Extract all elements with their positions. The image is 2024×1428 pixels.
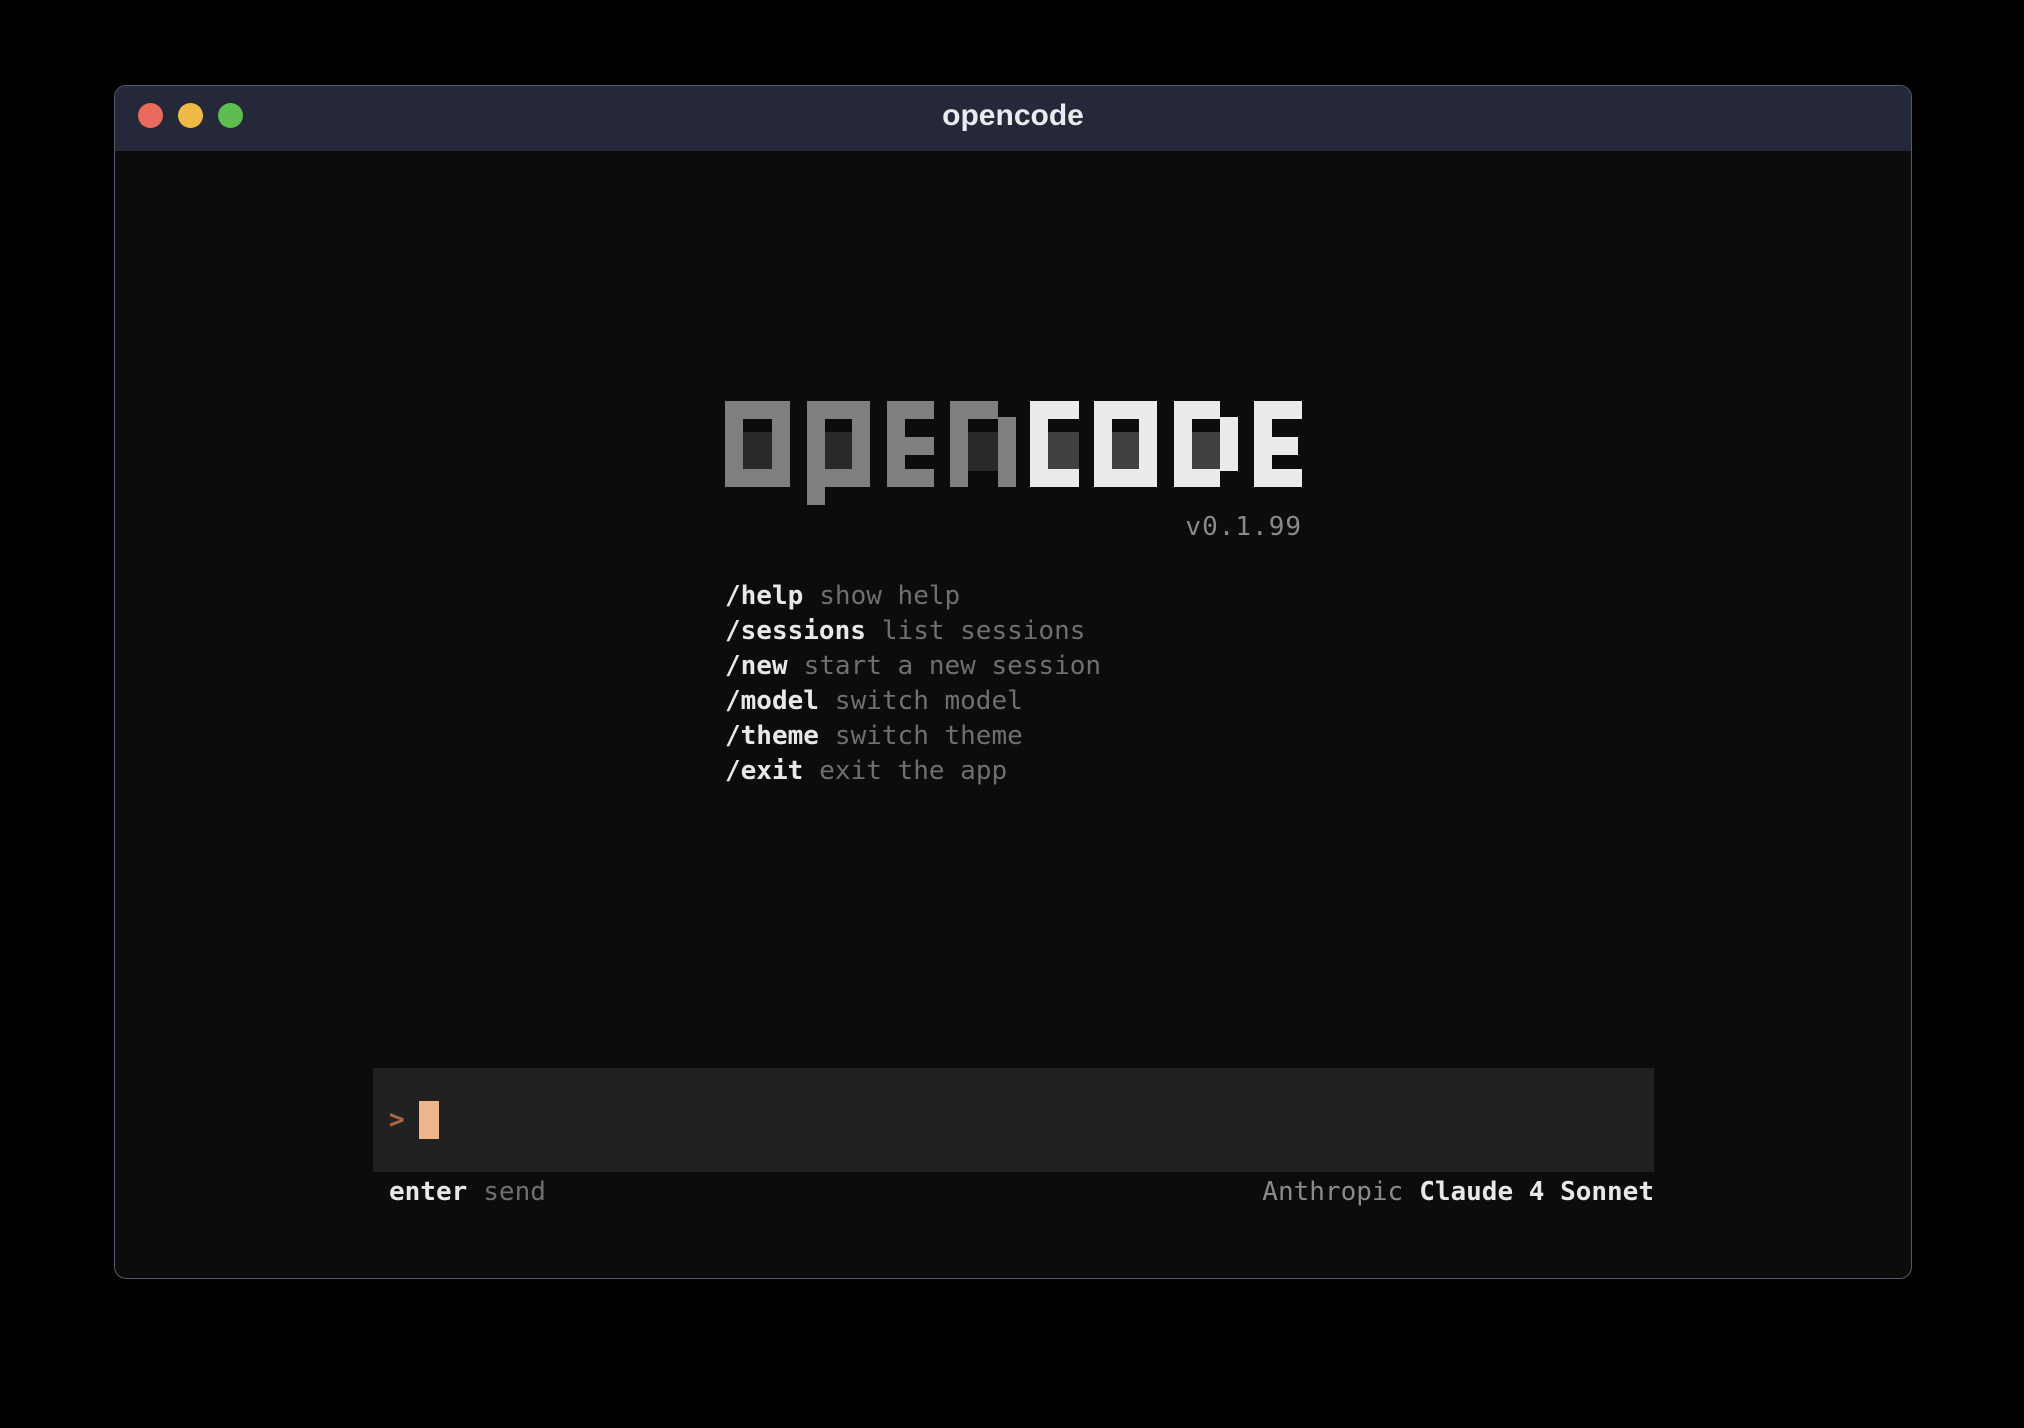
command-desc: show help (819, 581, 960, 611)
command-item: /sessions list sessions (725, 614, 1101, 649)
terminal-content: v0.1.99 /help show help /sessions list ses… (115, 151, 1911, 1279)
enter-key-label: enter (389, 1177, 467, 1207)
command-item: /exit exit the app (725, 754, 1101, 789)
app-version: v0.1.99 (725, 513, 1302, 541)
zoom-icon[interactable] (218, 103, 243, 128)
model-indicator: Anthropic Claude 4 Sonnet (1262, 1177, 1654, 1207)
command-item: /new start a new session (725, 649, 1101, 684)
command-name: /model (725, 686, 819, 716)
command-desc: start a new session (804, 651, 1101, 681)
command-desc: exit the app (819, 756, 1007, 786)
model-name: Claude 4 Sonnet (1419, 1177, 1654, 1207)
window-titlebar: opencode (115, 86, 1911, 151)
command-item: /theme switch theme (725, 719, 1101, 754)
send-action-label: send (483, 1177, 546, 1207)
provider-name: Anthropic (1262, 1177, 1403, 1207)
window-title: opencode (942, 99, 1084, 139)
command-desc: switch model (835, 686, 1023, 716)
command-item: /help show help (725, 579, 1101, 614)
keybind-hint: enter send (389, 1177, 546, 1207)
hero-block: v0.1.99 (725, 401, 1302, 541)
command-name: /new (725, 651, 788, 681)
command-desc: list sessions (882, 616, 1086, 646)
text-cursor (419, 1101, 439, 1139)
command-name: /exit (725, 756, 803, 786)
traffic-lights (138, 103, 243, 128)
command-name: /sessions (725, 616, 866, 646)
status-line: enter send Anthropic Claude 4 Sonnet (373, 1177, 1654, 1207)
command-name: /help (725, 581, 803, 611)
prompt-symbol: > (389, 1105, 405, 1135)
opencode-window: opencode (114, 85, 1912, 1279)
command-name: /theme (725, 721, 819, 751)
close-icon[interactable] (138, 103, 163, 128)
command-item: /model switch model (725, 684, 1101, 719)
opencode-logo (725, 401, 1302, 507)
minimize-icon[interactable] (178, 103, 203, 128)
command-list: /help show help /sessions list sessions /n… (725, 579, 1101, 789)
desktop-background: opencode (0, 0, 2024, 1428)
command-desc: switch theme (835, 721, 1023, 751)
prompt-input[interactable]: > (373, 1068, 1654, 1172)
